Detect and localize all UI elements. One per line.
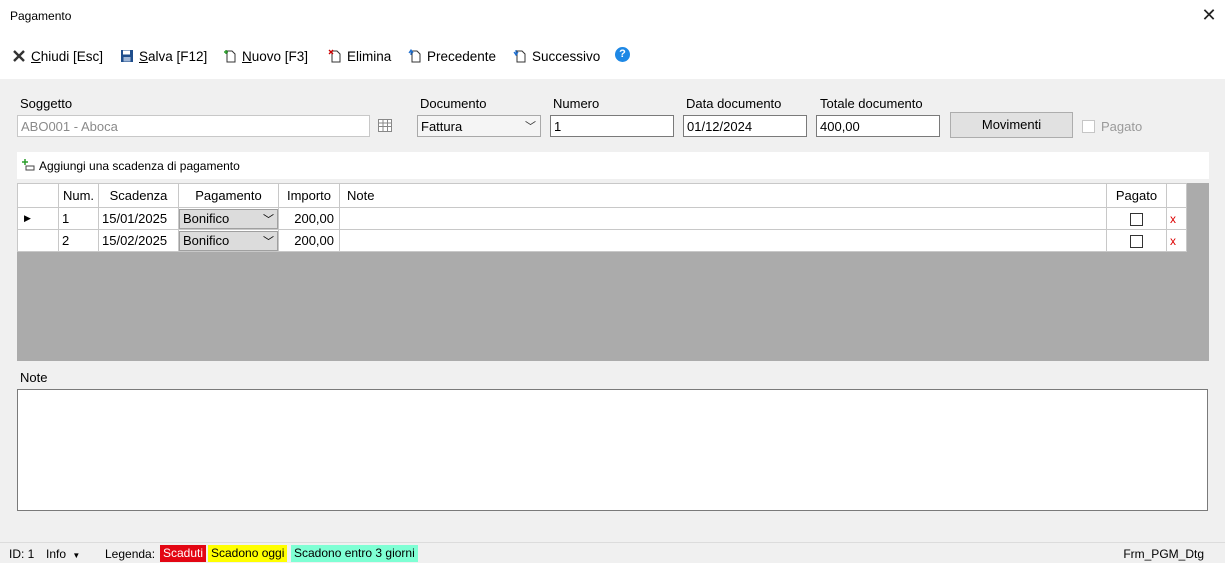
cell-due-date[interactable]: 15/02/2025 xyxy=(98,229,179,252)
legend-due-today: Scadono oggi xyxy=(208,545,288,562)
row-paid-checkbox[interactable] xyxy=(1130,235,1143,249)
title-bar: Pagamento ✕ xyxy=(0,0,1225,32)
document-select[interactable]: Fattura ﹀ xyxy=(417,115,541,137)
chevron-down-icon: ﹀ xyxy=(263,235,274,248)
cell-amount[interactable]: 200,00 xyxy=(278,207,340,230)
close-button-label: Chiudi [Esc] xyxy=(31,48,104,64)
document-label: Documento xyxy=(420,96,487,111)
help-icon[interactable]: ? xyxy=(615,47,630,62)
column-header[interactable]: Num. xyxy=(58,183,99,208)
row-paid-checkbox[interactable] xyxy=(1130,213,1143,227)
method-select[interactable]: Bonifico ﹀ xyxy=(179,230,278,251)
table-row[interactable]: 2 15/02/2025 Bonifico ﹀ 200,00 x xyxy=(17,229,1187,252)
column-header[interactable]: Pagato xyxy=(1106,183,1167,208)
record-id: ID: 1 xyxy=(9,547,35,561)
column-header[interactable]: Pagamento xyxy=(178,183,279,208)
delete-button-label: Elimina xyxy=(347,48,392,64)
save-button[interactable]: Salva [F12] xyxy=(120,47,207,65)
method-select-value: Bonifico xyxy=(183,232,230,248)
installments-table: Num. Scadenza Pagamento Importo Note Pag… xyxy=(17,183,1187,252)
previous-button[interactable]: Precedente xyxy=(408,47,496,65)
subject-field: ABO001 - Aboca xyxy=(17,115,370,137)
cell-note[interactable] xyxy=(339,229,1107,252)
delete-document-icon xyxy=(328,49,342,63)
form-name: Frm_PGM_Dtg xyxy=(1123,547,1204,561)
window-title: Pagamento xyxy=(10,9,72,23)
total-field[interactable]: 400,00 xyxy=(816,115,940,137)
chevron-down-icon: ﹀ xyxy=(525,121,536,133)
column-header[interactable]: Scadenza xyxy=(98,183,179,208)
number-label: Numero xyxy=(553,96,600,111)
row-selector[interactable] xyxy=(17,229,59,252)
next-record-icon xyxy=(513,49,527,63)
cell-paid[interactable] xyxy=(1106,229,1167,252)
total-label: Totale documento xyxy=(820,96,923,111)
row-selector[interactable]: ▶ xyxy=(17,207,59,230)
close-window-icon[interactable]: ✕ xyxy=(1199,5,1219,25)
notes-textarea[interactable] xyxy=(17,389,1208,511)
date-label: Data documento xyxy=(686,96,782,111)
delete-row-icon[interactable]: x xyxy=(1166,229,1187,252)
close-icon xyxy=(12,49,26,63)
subject-label: Soggetto xyxy=(20,96,73,111)
date-field[interactable]: 01/12/2024 xyxy=(683,115,807,137)
delete-button[interactable]: Elimina xyxy=(328,47,391,65)
next-button-label: Successivo xyxy=(532,48,601,64)
cell-method[interactable]: Bonifico ﹀ xyxy=(178,207,279,230)
caret-down-icon: ▼ xyxy=(72,551,81,560)
cell-paid[interactable] xyxy=(1106,207,1167,230)
grid-lookup-icon[interactable] xyxy=(378,119,392,135)
row-header-corner xyxy=(17,183,59,208)
method-select[interactable]: Bonifico ﹀ xyxy=(179,208,278,229)
info-menu[interactable]: Info ▼ xyxy=(46,547,80,561)
paid-checkbox[interactable] xyxy=(1082,120,1095,133)
method-select-value: Bonifico xyxy=(183,210,230,226)
notes-label: Note xyxy=(20,370,48,385)
installments-grid: Num. Scadenza Pagamento Importo Note Pag… xyxy=(17,183,1209,361)
document-select-value: Fattura xyxy=(421,119,463,134)
save-button-label: Salva [F12] xyxy=(139,48,208,64)
cell-amount[interactable]: 200,00 xyxy=(278,229,340,252)
toolbar: Chiudi [Esc] Salva [F12] Nuovo [F3] Elim… xyxy=(0,32,1225,79)
delete-row-icon[interactable]: x xyxy=(1166,207,1187,230)
legend-due-3-days: Scadono entro 3 giorni xyxy=(291,545,418,562)
cell-note[interactable] xyxy=(339,207,1107,230)
legend-overdue: Scaduti xyxy=(160,545,207,562)
add-installment-label: Aggiungi una scadenza di pagamento xyxy=(39,159,240,173)
cell-due-date[interactable]: 15/01/2025 xyxy=(98,207,179,230)
new-button-label: Nuovo [F3] xyxy=(242,48,309,64)
new-document-icon xyxy=(223,49,237,63)
info-menu-label: Info xyxy=(46,547,67,561)
number-field[interactable]: 1 xyxy=(550,115,674,137)
movements-button[interactable]: Movimenti xyxy=(950,112,1073,138)
column-header[interactable]: Importo xyxy=(278,183,340,208)
cell-num[interactable]: 2 xyxy=(58,229,99,252)
close-button[interactable]: Chiudi [Esc] xyxy=(12,47,103,65)
next-button[interactable]: Successivo xyxy=(513,47,600,65)
legend-label: Legenda: xyxy=(105,547,156,561)
column-header-delete xyxy=(1166,183,1187,208)
status-bar: ID: 1 Info ▼ Legenda: Scaduti Scadono og… xyxy=(0,542,1225,563)
cell-num[interactable]: 1 xyxy=(58,207,99,230)
add-row-icon xyxy=(21,158,35,175)
table-row[interactable]: ▶ 1 15/01/2025 Bonifico ﹀ 200,00 x xyxy=(17,207,1187,230)
previous-button-label: Precedente xyxy=(427,48,497,64)
previous-record-icon xyxy=(408,48,422,63)
table-header-row: Num. Scadenza Pagamento Importo Note Pag… xyxy=(17,183,1187,208)
new-button[interactable]: Nuovo [F3] xyxy=(223,47,308,65)
save-icon xyxy=(120,49,134,63)
paid-label: Pagato xyxy=(1101,119,1143,134)
column-header[interactable]: Note xyxy=(339,183,1107,208)
chevron-down-icon: ﹀ xyxy=(263,213,274,226)
cell-method[interactable]: Bonifico ﹀ xyxy=(178,229,279,252)
add-installment-bar[interactable]: Aggiungi una scadenza di pagamento xyxy=(17,152,1209,179)
